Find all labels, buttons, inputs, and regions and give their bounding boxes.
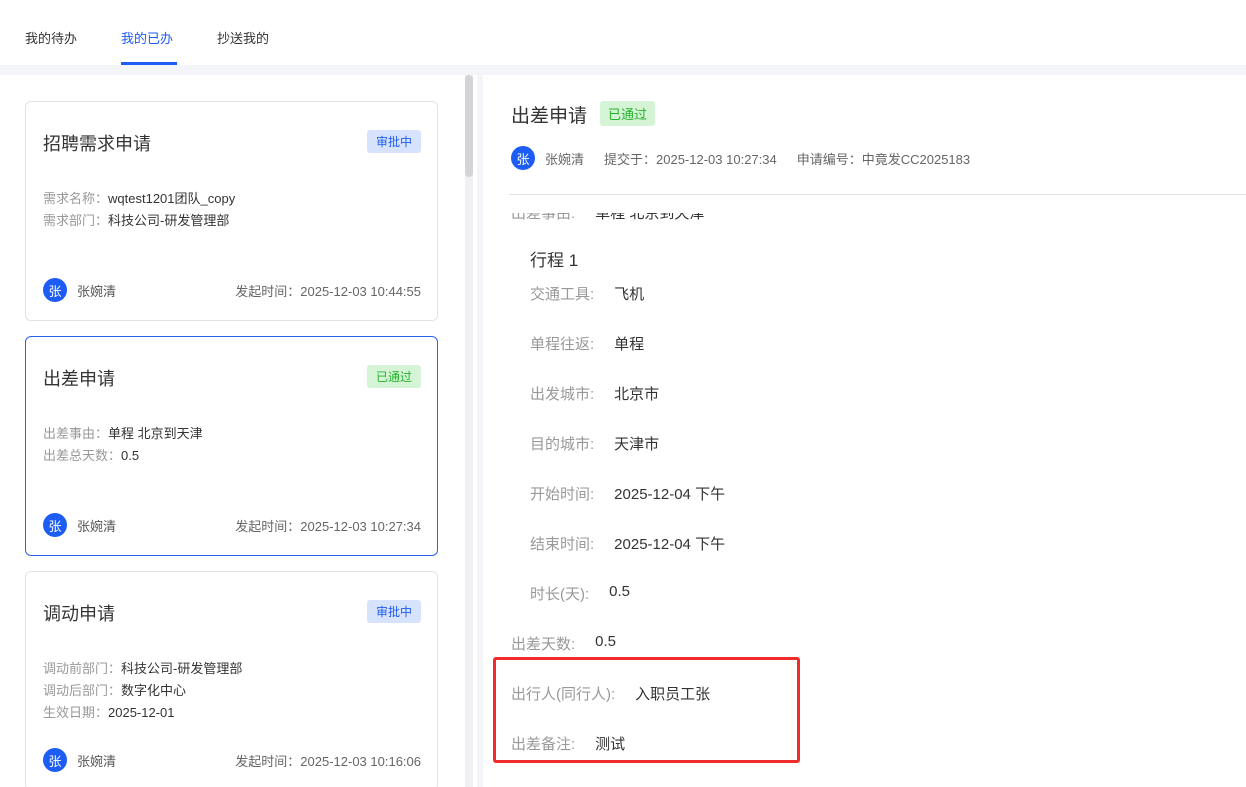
field-value: 科技公司-研发管理部: [121, 661, 243, 676]
start-time: 发起时间：2025-12-03 10:44:55: [235, 283, 421, 299]
field-label: 出差事由:: [511, 213, 576, 222]
avatar: 张: [43, 748, 67, 772]
status-badge: 已通过: [600, 101, 656, 126]
avatar: 张: [43, 278, 67, 302]
field-value: 2025-12-04 下午: [614, 486, 726, 503]
field-value: 0.5: [595, 633, 617, 650]
avatar: 张: [511, 146, 535, 170]
field-value: 单程: [614, 336, 645, 353]
application-number: 申请编号：中竟发CC2025183: [796, 151, 971, 167]
tab-cc-me[interactable]: 抄送我的: [217, 28, 269, 47]
field-label: 单程往返:: [530, 336, 595, 353]
applicant-name: 张婉清: [545, 151, 585, 167]
field-value: 0.5: [121, 448, 140, 463]
field-label: 目的城市:: [530, 436, 595, 453]
applicant-name: 张婉清: [77, 753, 117, 769]
divider: [509, 194, 1246, 195]
card-title: 出差申请: [43, 369, 115, 389]
field-label: 出差事由：: [43, 426, 109, 441]
start-time: 发起时间：2025-12-03 10:27:34: [235, 518, 421, 534]
field-value: 单程 北京到天津: [108, 426, 203, 441]
field-label: 出差天数:: [511, 636, 576, 653]
field-label: 生效日期：: [43, 705, 109, 720]
field-value: 科技公司-研发管理部: [108, 213, 230, 228]
submitted-time: 提交于：2025-12-03 10:27:34: [604, 151, 777, 167]
field-value: 0.5: [609, 583, 631, 600]
applicant-name: 张婉清: [77, 518, 117, 534]
field-label: 调动后部门：: [43, 683, 122, 698]
active-tab-indicator: [121, 62, 177, 65]
field-value: wqtest1201团队_copy: [108, 191, 236, 206]
field-label: 调动前部门：: [43, 661, 122, 676]
tab-bar: 我的待办 我的已办 抄送我的: [0, 0, 1246, 65]
field-label: 需求名称：: [43, 191, 109, 206]
field-label: 时长(天):: [530, 586, 590, 603]
field-value: 北京市: [614, 386, 660, 403]
tab-my-todo[interactable]: 我的待办: [25, 28, 77, 47]
approval-card[interactable]: 调动申请 审批中 调动前部门：科技公司-研发管理部 调动后部门：数字化中心 生效…: [25, 571, 438, 787]
field-value: 2025-12-04 下午: [614, 536, 726, 553]
status-badge: 审批中: [366, 600, 421, 623]
field-label: 出发城市:: [530, 386, 595, 403]
scrollbar-thumb[interactable]: [465, 75, 473, 177]
status-badge: 审批中: [366, 130, 421, 153]
field-label: 需求部门：: [43, 213, 109, 228]
approval-card-selected[interactable]: 出差申请 已通过 出差事由：单程 北京到天津 出差总天数：0.5 张张婉清 发起时…: [25, 336, 438, 556]
field-value: 单程 北京到天津: [595, 213, 705, 222]
field-label: 开始时间:: [530, 486, 595, 503]
field-label: 结束时间:: [530, 536, 595, 553]
field-value: 飞机: [614, 286, 645, 303]
field-value: 天津市: [614, 436, 660, 453]
avatar: 张: [43, 513, 67, 537]
tab-my-done[interactable]: 我的已办: [121, 28, 173, 47]
start-time: 发起时间：2025-12-03 10:16:06: [235, 753, 421, 769]
field-label: 出差总天数：: [43, 448, 122, 463]
trip-title: 行程 1: [530, 251, 579, 270]
list-scrollbar[interactable]: [465, 75, 473, 787]
approval-list: 招聘需求申请 审批中 需求名称：wqtest1201团队_copy 需求部门：科…: [0, 75, 477, 787]
field-value: 数字化中心: [121, 683, 187, 698]
card-title: 调动申请: [43, 604, 115, 624]
approval-card[interactable]: 招聘需求申请 审批中 需求名称：wqtest1201团队_copy 需求部门：科…: [25, 101, 438, 321]
field-label: 交通工具:: [530, 286, 595, 303]
highlight-annotation-box: [493, 657, 800, 763]
card-title: 招聘需求申请: [43, 134, 151, 154]
field-value: 2025-12-01: [108, 705, 175, 720]
applicant-name: 张婉清: [77, 283, 117, 299]
status-badge: 已通过: [366, 365, 421, 388]
detail-title: 出差申请: [511, 106, 588, 127]
